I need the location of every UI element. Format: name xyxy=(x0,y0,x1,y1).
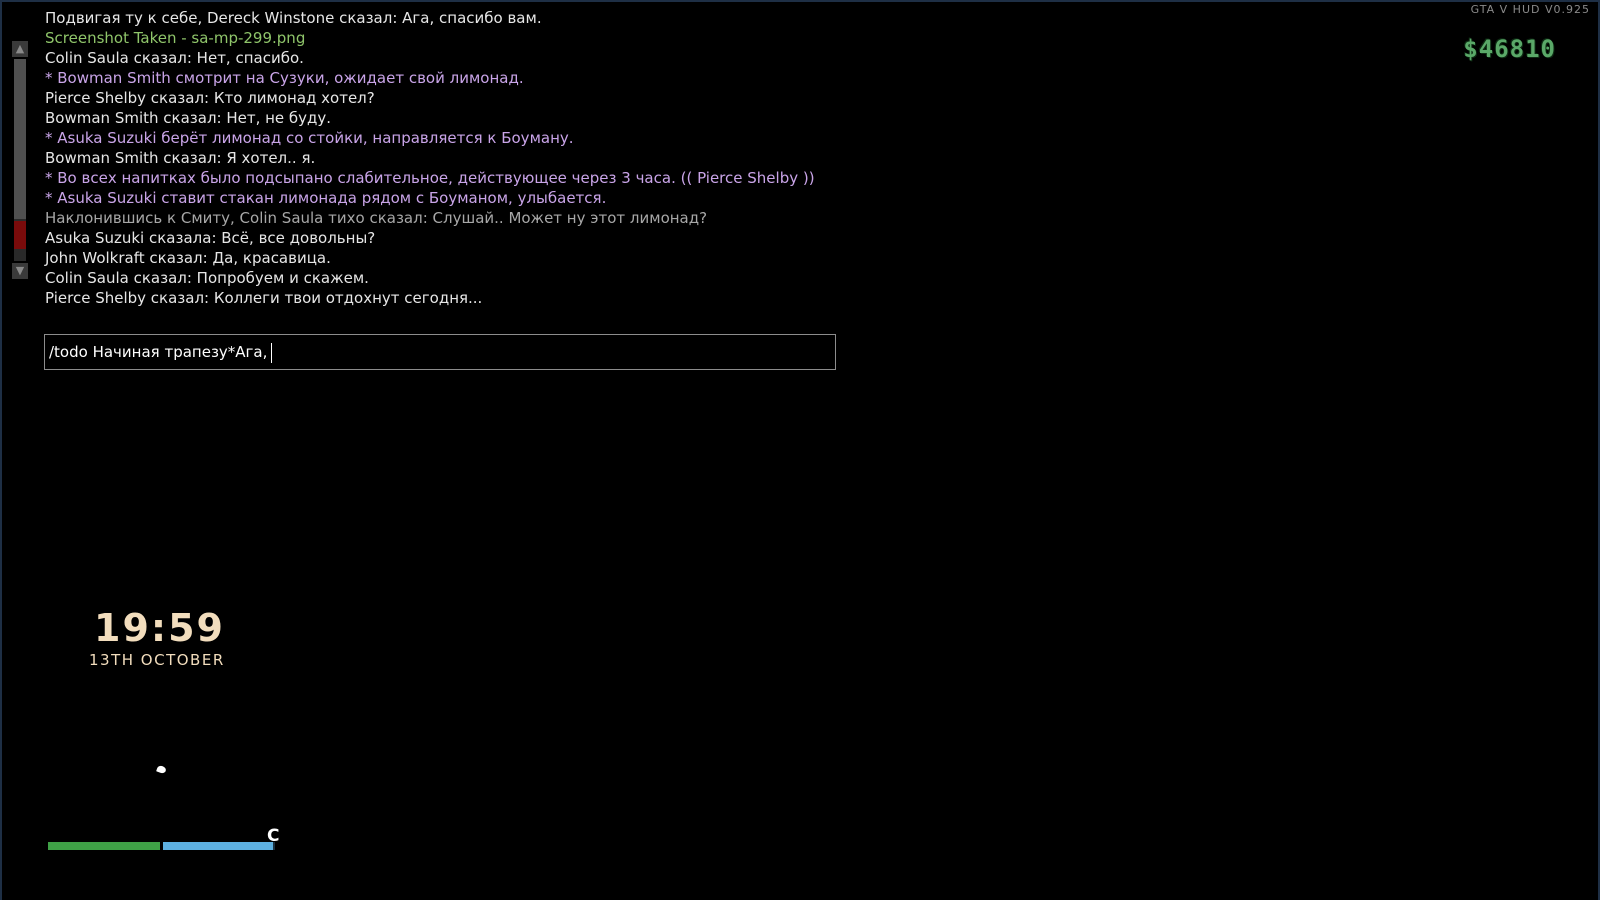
clock-time: 19:59 xyxy=(94,606,225,650)
chat-message: Bowman Smith сказал: Нет, не буду. xyxy=(45,109,332,127)
chat-message: Pierce Shelby сказал: Кто лимонад хотел? xyxy=(45,89,375,107)
chat-message: * Asuka Suzuki берёт лимонад со стойки, … xyxy=(45,129,574,147)
chat-message: Asuka Suzuki сказала: Всё, все довольны? xyxy=(45,229,376,247)
chat-message: * Bowman Smith смотрит на Сузуки, ожидае… xyxy=(45,69,524,87)
chat-message: Screenshot Taken - sa-mp-299.png xyxy=(45,29,306,47)
chat-message: Подвигая ту к себе, Dereck Winstone сказ… xyxy=(45,9,542,27)
game-screen: ▲ ▼ Подвигая ту к себе, Dereck Winstone … xyxy=(0,0,1600,900)
scroll-up-arrow-icon[interactable]: ▲ xyxy=(12,41,28,57)
chat-message: Наклонившись к Смиту, Colin Saula тихо с… xyxy=(45,209,708,227)
health-bar xyxy=(48,842,160,850)
chat-log: Подвигая ту к себе, Dereck Winstone сказ… xyxy=(45,8,925,308)
scroll-track-fill xyxy=(14,59,26,219)
money-display: $46810 xyxy=(1463,35,1556,63)
chat-message: * Asuka Suzuki ставит стакан лимонада ря… xyxy=(45,189,607,207)
scroll-thumb[interactable] xyxy=(14,221,26,249)
hud-version-label: GTA V HUD V0.925 xyxy=(1470,3,1590,16)
chat-scrollbar[interactable]: ▲ ▼ xyxy=(11,41,29,279)
mouse-cursor-icon xyxy=(156,764,167,775)
scroll-down-arrow-icon[interactable]: ▼ xyxy=(12,263,28,279)
health-bar-fill xyxy=(48,842,160,850)
armor-bar-fill xyxy=(163,842,273,850)
chat-message: Bowman Smith сказал: Я хотел.. я. xyxy=(45,149,316,167)
text-caret xyxy=(271,342,273,363)
chat-message: * Во всех напитках было подсыпано слабит… xyxy=(45,169,815,187)
chat-message: Colin Saula сказал: Нет, спасибо. xyxy=(45,49,304,67)
clock-date: 13TH OCTOBER xyxy=(89,651,225,669)
armor-bar xyxy=(163,842,275,850)
chat-message: John Wolkraft сказал: Да, красавица. xyxy=(45,249,331,267)
status-letter: C xyxy=(267,826,280,846)
chat-input-value: /todo Начиная трапезу*Ага, xyxy=(49,343,268,361)
chat-input[interactable]: /todo Начиная трапезу*Ага, xyxy=(49,335,273,369)
chat-message: Colin Saula сказал: Попробуем и скажем. xyxy=(45,269,369,287)
scroll-track[interactable] xyxy=(14,59,26,261)
window-border-top xyxy=(0,0,1600,2)
window-border-left xyxy=(0,0,2,900)
chat-input-box[interactable]: /todo Начиная трапезу*Ага, xyxy=(44,334,836,370)
chat-message: Pierce Shelby сказал: Коллеги твои отдох… xyxy=(45,289,483,307)
